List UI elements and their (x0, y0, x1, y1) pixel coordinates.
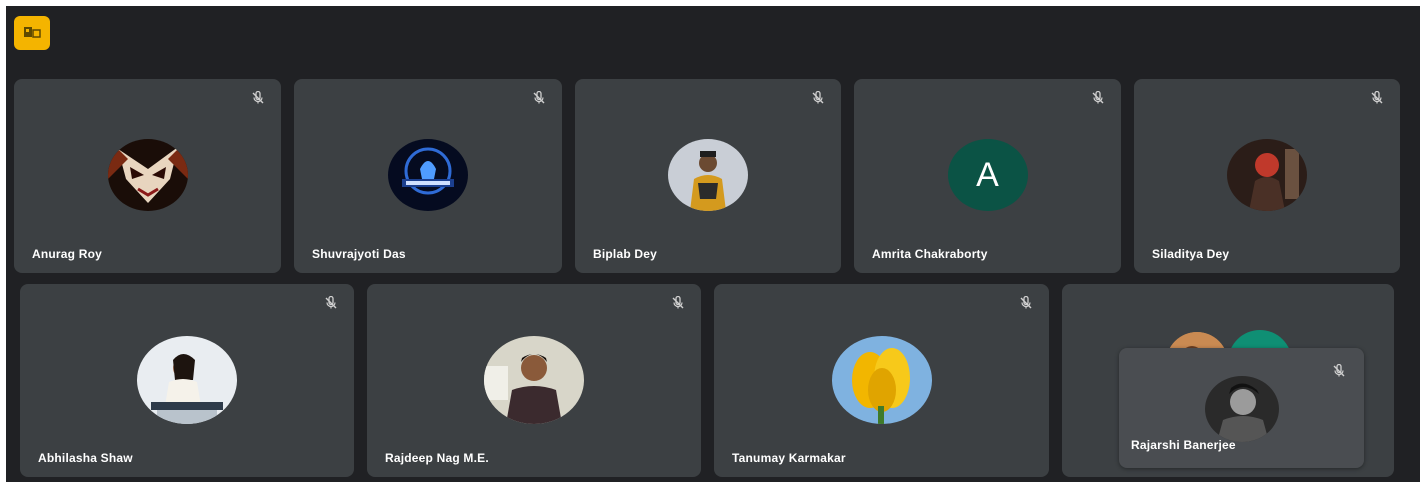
self-view-pip[interactable]: Rajarshi Banerjee (1119, 348, 1364, 468)
participant-tile[interactable]: Siladitya Dey (1134, 79, 1400, 273)
man-avatar (484, 336, 584, 424)
anime-mask-avatar (107, 139, 188, 211)
man-avatar (668, 139, 748, 211)
participant-name: Anurag Roy (32, 247, 103, 261)
mic-off-icon (1017, 294, 1035, 312)
participant-name: Siladitya Dey (1152, 247, 1230, 261)
mic-off-icon (1089, 89, 1107, 107)
overflow-tile[interactable]: R Rajarshi Banerjee (1062, 284, 1394, 477)
participant-tile[interactable]: Shuvrajyoti Das (294, 79, 562, 273)
letter-avatar: A (947, 139, 1028, 211)
brahmastra-logo-avatar (388, 139, 468, 211)
mic-off-icon (530, 89, 548, 107)
bw-portrait-avatar (1204, 376, 1279, 442)
participant-name: Rajarshi Banerjee (1131, 438, 1236, 452)
mic-off-icon (1368, 89, 1386, 107)
mic-off-icon (809, 89, 827, 107)
mic-off-icon (322, 294, 340, 312)
participant-name: Rajdeep Nag M.E. (385, 451, 489, 465)
mic-off-icon (249, 89, 267, 107)
woman-headset-avatar (137, 336, 237, 424)
participant-tile[interactable]: Biplab Dey (575, 79, 841, 273)
participant-name: Abhilasha Shaw (38, 451, 133, 465)
mic-off-icon (669, 294, 687, 312)
participant-name: Amrita Chakraborty (872, 247, 988, 261)
participant-tile[interactable]: Tanumay Karmakar (714, 284, 1049, 477)
mic-off-icon (1330, 362, 1348, 380)
participant-tile[interactable]: Abhilasha Shaw (20, 284, 354, 477)
participant-name: Shuvrajyoti Das (312, 247, 406, 261)
participant-tile[interactable]: Rajdeep Nag M.E. (367, 284, 701, 477)
presentation-icon (24, 27, 41, 38)
participant-name: Tanumay Karmakar (732, 451, 846, 465)
meeting-stage: Anurag Roy Shuvrajyoti Das Biplab Dey A … (6, 6, 1420, 482)
participant-tile[interactable]: A Amrita Chakraborty (854, 79, 1121, 273)
participant-name: Biplab Dey (593, 247, 658, 261)
participant-tile[interactable]: Anurag Roy (14, 79, 281, 273)
presentation-badge[interactable] (14, 16, 50, 50)
yellow-tulip-avatar (831, 336, 932, 424)
red-hair-avatar (1227, 139, 1307, 211)
